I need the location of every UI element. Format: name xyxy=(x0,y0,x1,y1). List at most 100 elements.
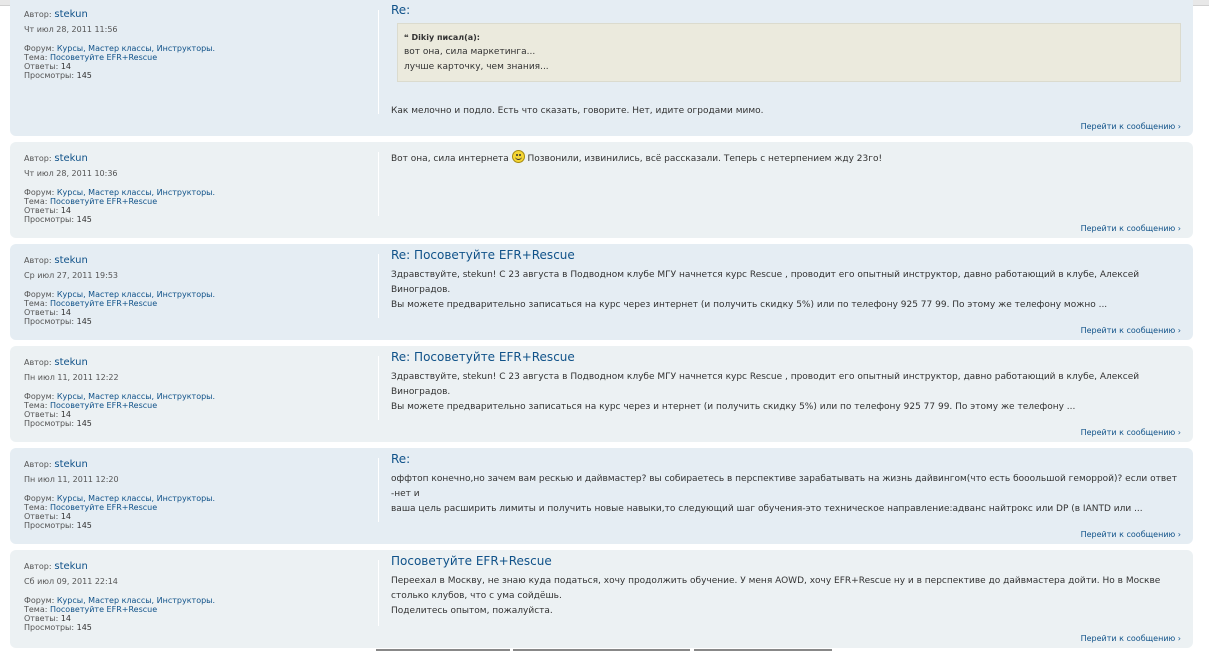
forum-link[interactable]: Курсы, Мастер классы, Инструкторы. xyxy=(57,290,215,299)
post-meta: Автор: stekun Пн июл 11, 2011 12:20 Фору… xyxy=(24,459,374,531)
post-content: Re: ❝ Dikiy писал(а): вот она, сила марк… xyxy=(391,3,1183,119)
post-meta: Автор: stekun Чт июл 28, 2011 11:56 Фору… xyxy=(24,9,374,81)
goto-post-link[interactable]: Перейти к сообщению › xyxy=(1081,326,1181,335)
topic-link[interactable]: Посоветуйте EFR+Rescue xyxy=(50,197,157,206)
topic-label: Тема: xyxy=(24,401,48,410)
post-body: Здравствуйте, stekun! С 23 августа в Под… xyxy=(391,270,1140,295)
author-label: Автор: xyxy=(24,358,52,367)
author-link[interactable]: stekun xyxy=(54,459,87,470)
replies-count: 14 xyxy=(60,62,71,71)
forum-label: Форум: xyxy=(24,392,55,401)
forum-label: Форум: xyxy=(24,44,55,53)
post-content: Re: Посоветуйте EFR+Rescue Здравствуйте,… xyxy=(391,350,1183,415)
forum-link[interactable]: Курсы, Мастер классы, Инструкторы. xyxy=(57,596,215,605)
views-label: Просмотры: xyxy=(24,623,75,632)
author-link[interactable]: stekun xyxy=(54,561,87,572)
post-content: Re: оффтоп конечно,но зачем вам рескью и… xyxy=(391,452,1183,517)
post-meta: Автор: stekun Пн июл 11, 2011 12:22 Фору… xyxy=(24,357,374,429)
views-count: 145 xyxy=(76,215,92,224)
replies-label: Ответы: xyxy=(24,308,59,317)
topic-info: Форум: Курсы, Мастер классы, Инструкторы… xyxy=(24,494,374,530)
topic-label: Тема: xyxy=(24,503,48,512)
forum-label: Форум: xyxy=(24,494,55,503)
post-body: ваша цель расширить лимиты и получить но… xyxy=(391,504,1143,514)
post-body: столько клубов, что с ума сойдёшь. xyxy=(391,591,562,601)
chevron-right-icon: › xyxy=(1177,634,1181,643)
post-divider xyxy=(378,152,379,216)
forum-link[interactable]: Курсы, Мастер классы, Инструкторы. xyxy=(57,44,215,53)
views-label: Просмотры: xyxy=(24,215,75,224)
quote-mark-icon: ❝ xyxy=(404,33,409,42)
goto-post-link[interactable]: Перейти к сообщению › xyxy=(1081,428,1181,437)
author-link[interactable]: stekun xyxy=(54,255,87,266)
post-divider xyxy=(378,10,379,114)
post-result: Автор: stekun Чт июл 28, 2011 11:56 Фору… xyxy=(10,0,1193,136)
topic-info: Форум: Курсы, Мастер классы, Инструкторы… xyxy=(24,290,374,326)
post-result: Автор: stekun Чт июл 28, 2011 10:36 Фору… xyxy=(10,142,1193,238)
goto-post-link[interactable]: Перейти к сообщению › xyxy=(1081,634,1181,643)
post-date: Сб июл 09, 2011 22:14 xyxy=(24,577,118,586)
topic-label: Тема: xyxy=(24,53,48,62)
goto-post-link[interactable]: Перейти к сообщению › xyxy=(1081,530,1181,539)
chevron-right-icon: › xyxy=(1177,530,1181,539)
author-label: Автор: xyxy=(24,460,52,469)
topic-link[interactable]: Посоветуйте EFR+Rescue xyxy=(50,401,157,410)
topic-link[interactable]: Посоветуйте EFR+Rescue xyxy=(50,605,157,614)
post-result: Автор: stekun Пн июл 11, 2011 12:22 Фору… xyxy=(10,346,1193,442)
post-divider xyxy=(378,458,379,522)
author-link[interactable]: stekun xyxy=(54,153,87,164)
goto-post-link[interactable]: Перейти к сообщению › xyxy=(1081,224,1181,233)
post-body: Поделитесь опытом, пожалуйста. xyxy=(391,606,553,616)
post-title-link[interactable]: Re: xyxy=(391,452,1183,466)
goto-post-link[interactable]: Перейти к сообщению › xyxy=(1081,122,1181,131)
replies-count: 14 xyxy=(60,410,71,419)
post-title-link[interactable]: Re: xyxy=(391,3,1183,17)
post-body-text: Вот она, сила интернета xyxy=(391,154,509,164)
post-title-link[interactable]: Re: Посоветуйте EFR+Rescue xyxy=(391,248,1183,262)
forum-link[interactable]: Курсы, Мастер классы, Инструкторы. xyxy=(57,392,215,401)
views-count: 145 xyxy=(76,317,92,326)
post-meta: Автор: stekun Ср июл 27, 2011 19:53 Фору… xyxy=(24,255,374,327)
topic-link[interactable]: Посоветуйте EFR+Rescue xyxy=(50,53,157,62)
chevron-right-icon: › xyxy=(1177,428,1181,437)
smiley-icon xyxy=(511,150,525,163)
topic-info: Форум: Курсы, Мастер классы, Инструкторы… xyxy=(24,44,374,80)
post-body: Вы можете предварительно записаться на к… xyxy=(391,402,1076,412)
post-title-link[interactable]: Посоветуйте EFR+Rescue xyxy=(391,554,1183,568)
forum-link[interactable]: Курсы, Мастер классы, Инструкторы. xyxy=(57,188,215,197)
replies-label: Ответы: xyxy=(24,206,59,215)
post-title-link[interactable]: Re: Посоветуйте EFR+Rescue xyxy=(391,350,1183,364)
topic-info: Форум: Курсы, Мастер классы, Инструкторы… xyxy=(24,392,374,428)
post-date: Чт июл 28, 2011 10:36 xyxy=(24,169,118,178)
author-label: Автор: xyxy=(24,10,52,19)
post-divider xyxy=(378,560,379,626)
post-body: Как мелочно и подло. Есть что сказать, г… xyxy=(391,106,764,116)
post-divider xyxy=(378,356,379,420)
post-body-text: Позвонили, извинились, всё рассказали. Т… xyxy=(527,154,883,164)
quote-block: ❝ Dikiy писал(а): вот она, сила маркетин… xyxy=(397,23,1181,82)
author-link[interactable]: stekun xyxy=(54,357,87,368)
forum-link[interactable]: Курсы, Мастер классы, Инструкторы. xyxy=(57,494,215,503)
topic-info: Форум: Курсы, Мастер классы, Инструкторы… xyxy=(24,596,374,632)
post-result: Автор: stekun Сб июл 09, 2011 22:14 Фору… xyxy=(10,550,1193,648)
forum-label: Форум: xyxy=(24,188,55,197)
goto-label: Перейти к сообщению xyxy=(1080,530,1176,539)
post-result: Автор: stekun Ср июл 27, 2011 19:53 Фору… xyxy=(10,244,1193,340)
replies-count: 14 xyxy=(60,308,71,317)
author-label: Автор: xyxy=(24,256,52,265)
post-body: Вы можете предварительно записаться на к… xyxy=(391,300,1108,310)
author-link[interactable]: stekun xyxy=(54,9,87,20)
replies-label: Ответы: xyxy=(24,410,59,419)
post-body: Вот она, сила интернета Позвонили, извин… xyxy=(391,150,1183,167)
chevron-right-icon: › xyxy=(1177,326,1181,335)
goto-label: Перейти к сообщению xyxy=(1080,122,1176,131)
replies-count: 14 xyxy=(60,206,71,215)
chevron-right-icon: › xyxy=(1177,224,1181,233)
search-results-list: Автор: stekun Чт июл 28, 2011 11:56 Фору… xyxy=(10,0,1193,654)
topic-link[interactable]: Посоветуйте EFR+Rescue xyxy=(50,299,157,308)
topic-label: Тема: xyxy=(24,605,48,614)
topic-link[interactable]: Посоветуйте EFR+Rescue xyxy=(50,503,157,512)
post-date: Пн июл 11, 2011 12:20 xyxy=(24,475,119,484)
topic-info: Форум: Курсы, Мастер классы, Инструкторы… xyxy=(24,188,374,224)
post-date: Ср июл 27, 2011 19:53 xyxy=(24,271,119,280)
